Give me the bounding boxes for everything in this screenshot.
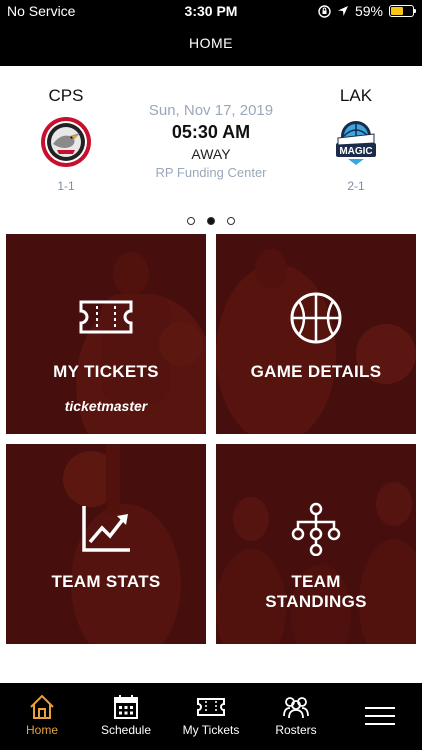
game-details-tile[interactable]: GAME DETAILS — [216, 234, 416, 434]
battery-fill — [391, 7, 404, 15]
tile-label: GAME DETAILS — [250, 362, 382, 381]
tab-rosters[interactable]: Rosters — [254, 683, 338, 750]
tab-label: Home — [25, 723, 58, 737]
basketball-icon — [290, 292, 342, 344]
game-info: Sun, Nov 17, 2019 05:30 AM AWAY RP Fundi… — [111, 102, 311, 180]
pager-dot[interactable] — [227, 217, 235, 225]
away-team-abbr: LAK — [339, 86, 373, 105]
lakeland-magic-logo: MAGIC — [336, 121, 376, 165]
ticketmaster-logo: ticketmaster — [64, 398, 148, 414]
people-icon — [283, 697, 309, 719]
team-standings-tile[interactable]: TEAM STANDINGS — [216, 444, 416, 644]
tab-bar: Home Schedule My Tickets Rosters — [0, 683, 422, 750]
game-location: AWAY — [191, 146, 231, 162]
menu-icon — [365, 707, 395, 725]
page-title: HOME — [189, 35, 233, 51]
tile-label: TEAM STATS — [51, 572, 161, 591]
tab-menu[interactable] — [338, 683, 422, 750]
team-stats-tile[interactable]: TEAM STATS — [6, 444, 206, 644]
my-tickets-tile[interactable]: MY TICKETS ticketmaster — [6, 234, 206, 434]
home-team-abbr: CPS — [48, 86, 84, 105]
college-park-logo — [41, 117, 91, 167]
game-time: 05:30 AM — [171, 122, 251, 142]
game-date: Sun, Nov 17, 2019 — [148, 102, 274, 119]
status-right: 59% — [318, 3, 416, 19]
home-team-record: 1-1 — [57, 179, 75, 193]
tile-label-line2: STANDINGS — [265, 592, 367, 611]
pager-dot-active[interactable] — [207, 217, 215, 225]
tab-my-tickets[interactable]: My Tickets — [168, 683, 254, 750]
ticket-icon — [79, 300, 133, 334]
pager-dots[interactable] — [0, 212, 422, 230]
game-card[interactable]: CPS 1-1 Sun, Nov 17, 2019 05:30 AM AWAY … — [0, 66, 422, 226]
home-icon — [30, 694, 54, 719]
game-venue: RP Funding Center — [155, 165, 267, 180]
away-team-record: 2-1 — [347, 179, 365, 193]
location-arrow-icon — [337, 6, 348, 16]
tab-label: Rosters — [275, 723, 317, 737]
battery-percent: 59% — [354, 3, 383, 19]
tab-label: My Tickets — [182, 723, 240, 737]
status-bar: No Service 3:30 PM 59% — [0, 0, 422, 22]
tab-home[interactable]: Home — [0, 683, 84, 750]
hierarchy-icon — [291, 502, 341, 556]
tile-label: MY TICKETS — [53, 362, 159, 381]
nav-bar: HOME — [0, 22, 422, 66]
pager-dot[interactable] — [187, 217, 195, 225]
home-team: CPS 1-1 — [16, 86, 116, 193]
ticket-icon — [197, 698, 225, 716]
tile-label: TEAM — [291, 572, 341, 591]
chart-icon — [82, 506, 130, 552]
orientation-lock-icon — [318, 4, 331, 18]
away-team: LAK MAGIC 2-1 — [306, 86, 406, 193]
battery-icon — [389, 5, 416, 17]
tab-schedule[interactable]: Schedule — [84, 683, 168, 750]
calendar-icon — [114, 695, 138, 719]
tab-label: Schedule — [100, 723, 152, 737]
lakeland-logo-text: MAGIC — [339, 146, 372, 157]
